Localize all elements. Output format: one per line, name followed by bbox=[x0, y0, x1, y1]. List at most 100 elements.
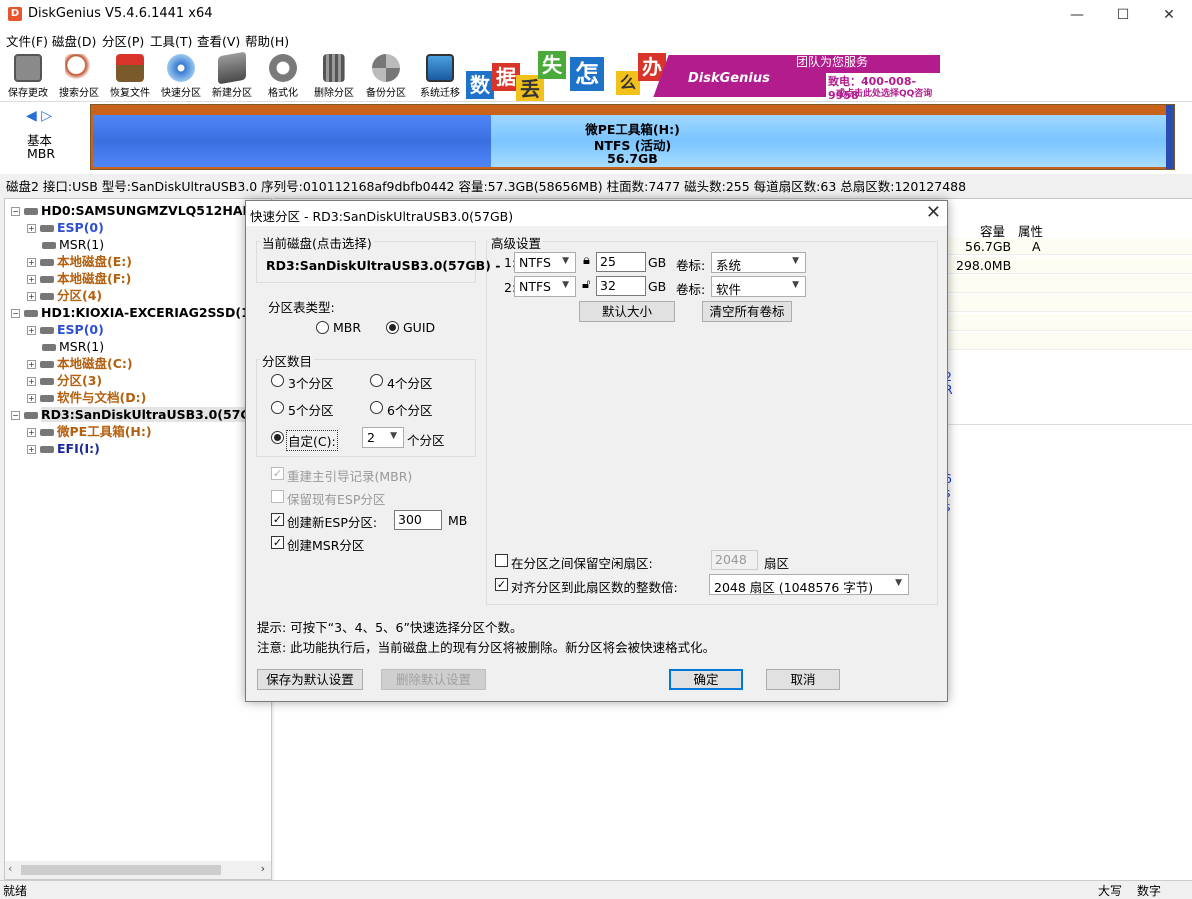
expand-icon[interactable]: + bbox=[27, 224, 36, 233]
radio-mbr[interactable] bbox=[316, 321, 329, 334]
radio-mbr-label[interactable]: MBR bbox=[333, 320, 361, 335]
menu-disk[interactable]: 磁盘(D) bbox=[52, 31, 96, 50]
recover-files-button[interactable]: 恢复文件 bbox=[104, 51, 156, 100]
checkbox-free-sectors[interactable] bbox=[495, 554, 508, 567]
banner-qq-link[interactable]: 或点击此处选择QQ咨询 bbox=[836, 86, 932, 99]
collapse-icon[interactable]: − bbox=[11, 411, 20, 420]
current-disk-value[interactable]: RD3:SanDiskUltraUSB3.0(57GB) - bbox=[266, 258, 500, 273]
tree-partition-node[interactable]: + ESP(0) bbox=[27, 219, 104, 236]
align-label[interactable]: 对齐分区到此扇区数的整数倍: bbox=[511, 577, 678, 596]
free-sectors-input[interactable]: 2048 bbox=[711, 550, 758, 570]
menu-partition[interactable]: 分区(P) bbox=[102, 31, 144, 50]
expand-icon[interactable]: + bbox=[27, 275, 36, 284]
custom-count-select[interactable]: 2 ▼ bbox=[362, 427, 404, 448]
lock-closed-icon[interactable]: 🔒︎ bbox=[583, 253, 590, 268]
esp-size-input[interactable]: 300 bbox=[394, 510, 442, 530]
tree-disk-node[interactable]: − HD0:SAMSUNGMZVLQ512HALU-0 bbox=[11, 202, 271, 219]
new-partition-button[interactable]: 新建分区 bbox=[206, 51, 258, 100]
scroll-left-icon[interactable]: ‹ bbox=[8, 862, 12, 875]
count-6-label[interactable]: 6个分区 bbox=[387, 400, 432, 419]
expand-icon[interactable]: + bbox=[27, 394, 36, 403]
tree-partition-node[interactable]: + 本地磁盘(E:) bbox=[27, 253, 132, 270]
checkbox-create-msr[interactable]: ✓ bbox=[271, 536, 284, 549]
expand-icon[interactable]: + bbox=[27, 258, 36, 267]
tree-disk-node[interactable]: − HD1:KIOXIA-EXCERIAG2SSD(1863 bbox=[11, 304, 271, 321]
partition-bar[interactable]: 微PE工具箱(H:) NTFS (活动) 56.7GB bbox=[90, 104, 1175, 170]
menu-file[interactable]: 文件(F) bbox=[6, 31, 48, 50]
menu-view[interactable]: 查看(V) bbox=[197, 31, 240, 50]
save-changes-button[interactable]: 保存更改 bbox=[2, 51, 54, 100]
menu-tools[interactable]: 工具(T) bbox=[150, 31, 192, 50]
tree-partition-node[interactable]: + EFI(I:) bbox=[27, 440, 100, 457]
radio-count-4[interactable] bbox=[370, 374, 383, 387]
checkbox-create-esp[interactable]: ✓ bbox=[271, 513, 284, 526]
default-size-button[interactable]: 默认大小 bbox=[579, 301, 675, 322]
collapse-icon[interactable]: − bbox=[11, 309, 20, 318]
radio-count-3[interactable] bbox=[271, 374, 284, 387]
collapse-icon[interactable]: − bbox=[11, 207, 20, 216]
chevron-down-icon: ▼ bbox=[895, 578, 902, 588]
tree-disk-node[interactable]: − RD3:SanDiskUltraUSB3.0(57GB) bbox=[11, 406, 266, 423]
tree-partition-node[interactable]: + 本地磁盘(C:) bbox=[27, 355, 133, 372]
radio-count-5[interactable] bbox=[271, 401, 284, 414]
maximize-button[interactable]: ☐ bbox=[1100, 0, 1146, 30]
tree-partition-node[interactable]: MSR(1) bbox=[27, 338, 104, 355]
tree-partition-node[interactable]: + 分区(3) bbox=[27, 372, 102, 389]
count-custom-label[interactable]: 自定(C): bbox=[286, 430, 338, 451]
radio-guid-label[interactable]: GUID bbox=[403, 320, 435, 335]
ok-button[interactable]: 确定 bbox=[669, 669, 743, 690]
quick-partition-button[interactable]: 快速分区 bbox=[155, 51, 207, 100]
expand-icon[interactable]: + bbox=[27, 326, 36, 335]
close-window-button[interactable]: ✕ bbox=[1146, 0, 1192, 30]
minimize-button[interactable]: — bbox=[1054, 0, 1100, 30]
menu-help[interactable]: 帮助(H) bbox=[245, 31, 289, 50]
partition-1-label-select[interactable]: 系统 ▼ bbox=[711, 252, 806, 273]
save-default-button[interactable]: 保存为默认设置 bbox=[257, 669, 363, 690]
create-msr-label[interactable]: 创建MSR分区 bbox=[287, 535, 364, 554]
create-esp-label[interactable]: 创建新ESP分区: bbox=[287, 512, 377, 531]
dialog-title-bar[interactable]: 快速分区 - RD3:SanDiskUltraUSB3.0(57GB) ✕ bbox=[246, 201, 947, 226]
radio-guid[interactable] bbox=[386, 321, 399, 334]
search-partition-button[interactable]: 搜索分区 bbox=[53, 51, 105, 100]
count-3-label[interactable]: 3个分区 bbox=[288, 373, 333, 392]
tree-partition-node[interactable]: + ESP(0) bbox=[27, 321, 104, 338]
partition-2-size-input[interactable]: 32 bbox=[596, 276, 646, 296]
checkbox-rebuild-mbr[interactable]: ✓ bbox=[271, 467, 284, 480]
clear-labels-button[interactable]: 清空所有卷标 bbox=[702, 301, 792, 322]
backup-partition-button[interactable]: 备份分区 bbox=[360, 51, 412, 100]
partition-2-label-select[interactable]: 软件 ▼ bbox=[711, 276, 806, 297]
expand-icon[interactable]: + bbox=[27, 428, 36, 437]
expand-icon[interactable]: + bbox=[27, 445, 36, 454]
partition-1-fs-select[interactable]: NTFS ▼ bbox=[514, 252, 576, 273]
delete-partition-button[interactable]: 删除分区 bbox=[308, 51, 360, 100]
align-select[interactable]: 2048 扇区 (1048576 字节) ▼ bbox=[709, 574, 909, 595]
scroll-right-icon[interactable]: › bbox=[261, 862, 265, 875]
expand-icon[interactable]: + bbox=[27, 377, 36, 386]
checkbox-align[interactable]: ✓ bbox=[495, 578, 508, 591]
scrollbar-thumb[interactable] bbox=[21, 865, 221, 875]
delete-default-button[interactable]: 删除默认设置 bbox=[381, 669, 486, 690]
advertisement-banner[interactable]: 数 据 丢 失 怎 么 办 DiskGenius 团队为您服务 致电：400-0… bbox=[466, 49, 940, 101]
tree-partition-node[interactable]: MSR(1) bbox=[27, 236, 104, 253]
radio-count-custom[interactable] bbox=[271, 431, 284, 444]
disk-nav-arrows[interactable]: ◀ ▷ bbox=[26, 108, 56, 124]
tree-horizontal-scrollbar[interactable]: ‹ › bbox=[5, 861, 271, 879]
cancel-button[interactable]: 取消 bbox=[766, 669, 840, 690]
format-button[interactable]: 格式化 bbox=[257, 51, 309, 100]
checkbox-keep-esp[interactable] bbox=[271, 490, 284, 503]
count-5-label[interactable]: 5个分区 bbox=[288, 400, 333, 419]
expand-icon[interactable]: + bbox=[27, 360, 36, 369]
expand-icon[interactable]: + bbox=[27, 292, 36, 301]
tree-partition-node[interactable]: + 分区(4) bbox=[27, 287, 102, 304]
system-migration-button[interactable]: 系统迁移 bbox=[414, 51, 466, 100]
tree-partition-node[interactable]: + 本地磁盘(F:) bbox=[27, 270, 131, 287]
radio-count-6[interactable] bbox=[370, 401, 383, 414]
partition-1-size-input[interactable]: 25 bbox=[596, 252, 646, 272]
tree-partition-node[interactable]: + 软件与文档(D:) bbox=[27, 389, 146, 406]
free-sectors-label[interactable]: 在分区之间保留空闲扇区: bbox=[511, 553, 653, 572]
tree-partition-node[interactable]: + 微PE工具箱(H:) bbox=[27, 423, 152, 440]
lock-open-icon[interactable]: 🔓︎ bbox=[582, 277, 590, 292]
partition-2-fs-select[interactable]: NTFS ▼ bbox=[514, 276, 576, 297]
dialog-close-icon[interactable]: ✕ bbox=[926, 202, 941, 223]
count-4-label[interactable]: 4个分区 bbox=[387, 373, 432, 392]
